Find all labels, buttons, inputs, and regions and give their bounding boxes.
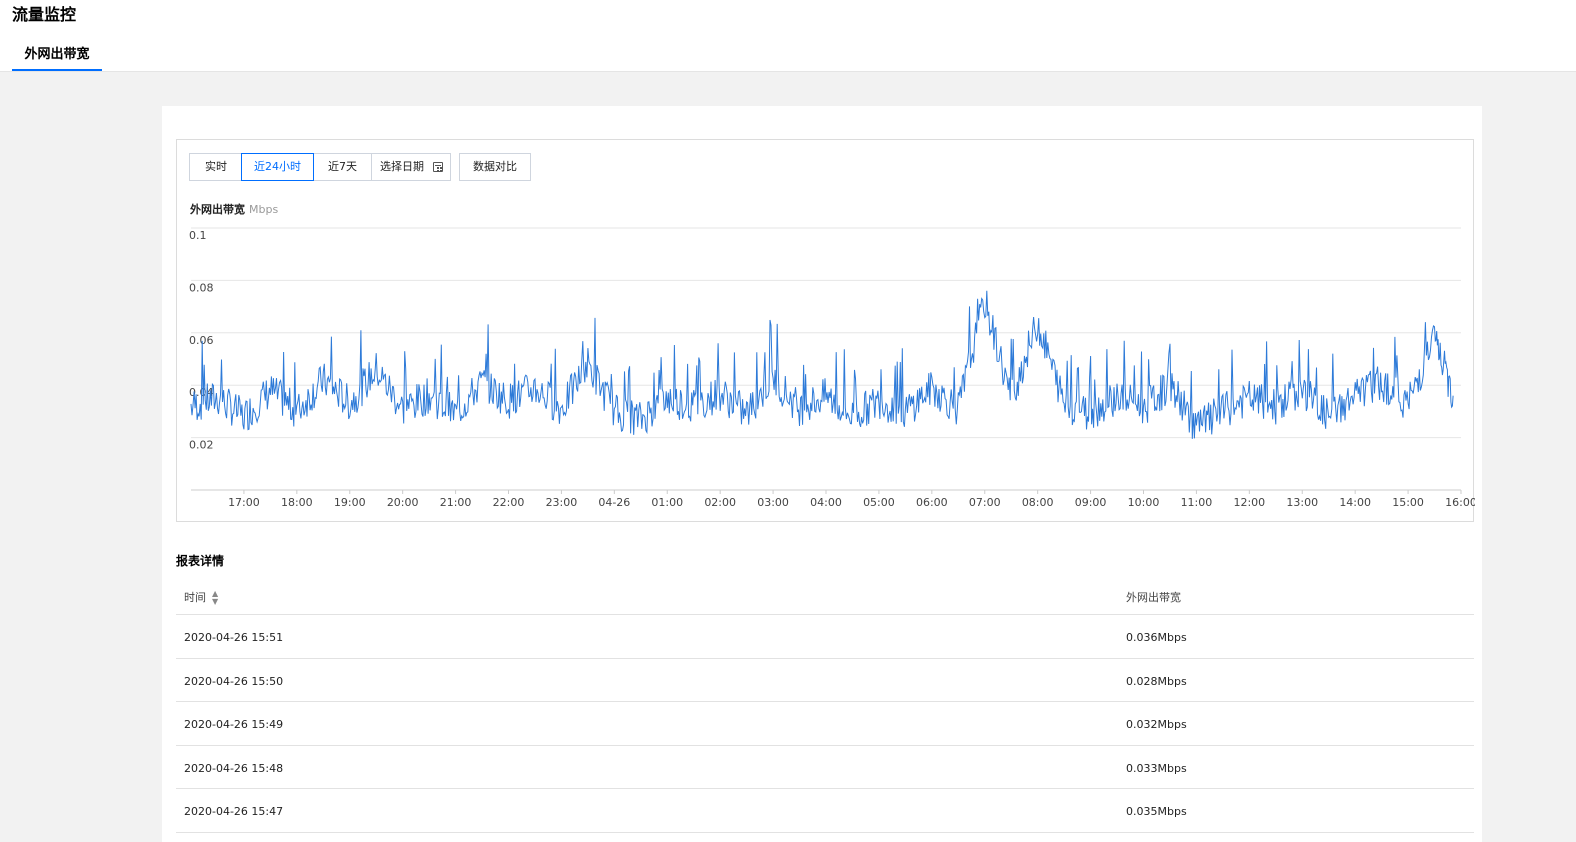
- row-value: 0.036Mbps: [1126, 631, 1187, 644]
- report-title: 报表详情: [176, 554, 225, 568]
- page-title: 流量监控: [12, 5, 77, 24]
- sort-icon[interactable]: ▲ ▼: [212, 590, 218, 606]
- x-tick-label: 02:00: [704, 496, 736, 509]
- x-tick-label: 17:00: [228, 496, 260, 509]
- x-tick-label: 12:00: [1233, 496, 1265, 509]
- row-value: 0.028Mbps: [1126, 674, 1187, 688]
- x-tick-label: 13:00: [1286, 496, 1318, 509]
- x-tick-label: 10:00: [1128, 496, 1160, 509]
- table-row: 2020-04-26 15:48 0.033Mbps: [176, 746, 1474, 789]
- bandwidth-line-chart[interactable]: 0.10.080.060.040.0217:00 18:00 19:00 20:00 2…: [177, 140, 1475, 523]
- column-value-header: 外网出带宽: [1126, 591, 1181, 604]
- y-tick-label: 0.08: [189, 281, 214, 294]
- column-time-label: 时间: [184, 591, 206, 604]
- row-value: 0.033Mbps: [1126, 761, 1187, 775]
- range-24h-button[interactable]: 近24小时: [241, 153, 314, 181]
- x-tick-label: 06:00: [916, 496, 948, 509]
- table-row: 2020-04-26 15:47 0.035Mbps: [176, 789, 1474, 833]
- row-time: 2020-04-26 15:50: [184, 674, 284, 688]
- x-tick-label: 16:00: [1445, 496, 1475, 509]
- y-tick-label: 0.02: [189, 439, 214, 452]
- row-value: 0.032Mbps: [1126, 718, 1187, 731]
- x-tick-label: 05:00: [863, 496, 895, 509]
- tab-outbound-bandwidth[interactable]: 外网出带宽: [12, 44, 102, 71]
- monitor-panel: 实时 近24小时 近7天 选择日期 数据对比 外网出带宽 Mbps 0.1 0.08…: [162, 106, 1482, 842]
- x-tick-label: 15:00: [1392, 496, 1424, 509]
- x-tick-label: 21:00: [440, 496, 472, 509]
- x-tick-label: 11:00: [1181, 496, 1213, 509]
- x-tick-label: 09:00: [1075, 496, 1107, 509]
- x-tick-label: 19:00: [334, 496, 366, 509]
- y-tick-label: 0.06: [189, 334, 214, 347]
- x-tick-label: 14:00: [1339, 496, 1371, 509]
- x-tick-label: 08:00: [1022, 496, 1054, 509]
- x-tick-label: 01:00: [651, 496, 683, 509]
- report-table: 时间 ▲ ▼ 外网出带宽 2020-04-26 15:51 0.036Mbps 2020…: [176, 577, 1474, 833]
- x-tick-label: 04-26: [598, 496, 630, 509]
- table-row: 2020-04-26 15:50 0.028Mbps: [176, 659, 1474, 702]
- chart-container: 实时 近24小时 近7天 选择日期 数据对比 外网出带宽 Mbps 0.1 0.08…: [176, 139, 1475, 523]
- table-body: 2020-04-26 15:51 0.036Mbps 2020-04-26 15:5…: [176, 615, 1474, 833]
- x-tick-label: 07:00: [969, 496, 1001, 509]
- y-tick-label: 0.1: [189, 229, 207, 242]
- table-header: 时间 ▲ ▼ 外网出带宽: [176, 577, 1474, 615]
- row-value: 0.035Mbps: [1126, 805, 1187, 818]
- x-tick-label: 04:00: [810, 496, 842, 509]
- x-tick-label: 20:00: [387, 496, 419, 509]
- x-tick-label: 18:00: [281, 496, 313, 509]
- series-line: [190, 290, 1454, 439]
- top-bar: 流量监控 外网出带宽: [0, 0, 1576, 72]
- row-time: 2020-04-26 15:49: [184, 718, 284, 731]
- table-row: 2020-04-26 15:51 0.036Mbps: [176, 615, 1474, 659]
- row-time: 2020-04-26 15:51: [184, 631, 284, 644]
- x-tick-label: 22:00: [493, 496, 525, 509]
- row-time: 2020-04-26 15:47: [184, 805, 284, 818]
- column-time-header[interactable]: 时间 ▲ ▼: [184, 589, 218, 606]
- table-row: 2020-04-26 15:49 0.032Mbps: [176, 702, 1474, 746]
- x-tick-label: 03:00: [757, 496, 789, 509]
- row-time: 2020-04-26 15:48: [184, 761, 284, 775]
- x-tick-label: 23:00: [546, 496, 578, 509]
